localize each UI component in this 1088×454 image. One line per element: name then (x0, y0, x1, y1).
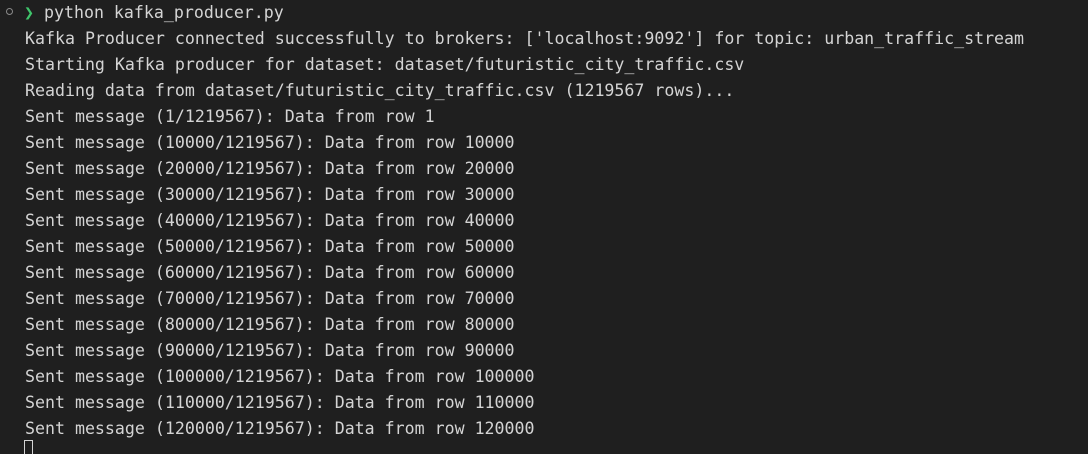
output-line: Sent message (120000/1219567): Data from… (25, 419, 535, 438)
output-line: Sent message (1/1219567): Data from row … (25, 107, 435, 126)
output-line: Sent message (40000/1219567): Data from … (25, 211, 515, 230)
output-line: Kafka Producer connected successfully to… (25, 29, 1025, 48)
output-line: Sent message (50000/1219567): Data from … (25, 237, 515, 256)
prompt-chevron-icon: ❯ (24, 3, 34, 22)
output-line: Sent message (60000/1219567): Data from … (25, 263, 515, 282)
terminal-output[interactable]: ❯ python kafka_producer.py Kafka Produce… (0, 0, 1088, 454)
output-line: Starting Kafka producer for dataset: dat… (25, 55, 745, 74)
output-line: Sent message (80000/1219567): Data from … (25, 315, 515, 334)
output-line: Sent message (70000/1219567): Data from … (25, 289, 515, 308)
output-line: Sent message (10000/1219567): Data from … (25, 133, 515, 152)
output-line: Sent message (100000/1219567): Data from… (25, 367, 535, 386)
output-line: Sent message (90000/1219567): Data from … (25, 341, 515, 360)
output-line: Sent message (20000/1219567): Data from … (25, 159, 515, 178)
terminal-cursor[interactable] (24, 440, 33, 454)
output-line: Reading data from dataset/futuristic_cit… (25, 81, 735, 100)
output-line: Sent message (110000/1219567): Data from… (25, 393, 535, 412)
output-line: Sent message (30000/1219567): Data from … (25, 185, 515, 204)
prompt-line: ❯ python kafka_producer.py (0, 0, 1088, 26)
command-status-icon[interactable] (6, 8, 13, 15)
command-text: python kafka_producer.py (44, 3, 284, 22)
